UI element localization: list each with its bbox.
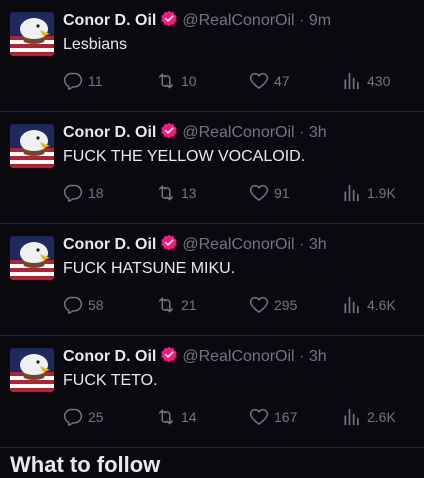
- repost-count: 21: [181, 297, 197, 313]
- like-count: 47: [274, 73, 290, 89]
- reply-button[interactable]: 11: [63, 71, 103, 91]
- reply-count: 25: [88, 409, 104, 425]
- action-bar: 11 10 47 430: [63, 71, 403, 91]
- separator: ·: [299, 236, 305, 253]
- action-bar: 25 14 167 2.6K: [63, 407, 403, 427]
- section-title: What to follow: [10, 452, 161, 477]
- repost-button[interactable]: 14: [156, 407, 197, 427]
- like-count: 167: [274, 409, 298, 425]
- separator: ·: [299, 348, 305, 365]
- views-icon: [344, 72, 359, 90]
- post[interactable]: Conor D. Oil @RealConorOil · 3h FUCK HATS…: [0, 224, 424, 336]
- reply-count: 58: [88, 297, 104, 313]
- separator: ·: [299, 12, 305, 29]
- repost-button[interactable]: 10: [156, 71, 197, 91]
- handle[interactable]: @RealConorOil: [182, 12, 294, 29]
- repost-icon: [159, 185, 173, 201]
- views-icon: [344, 408, 359, 426]
- verified-badge-icon: [160, 346, 178, 364]
- repost-icon: [159, 409, 173, 425]
- timestamp[interactable]: 3h: [309, 348, 327, 365]
- view-count: 430: [367, 73, 391, 89]
- action-bar: 58 21 295 4.6K: [63, 295, 403, 315]
- views-button[interactable]: 430: [342, 71, 390, 91]
- post[interactable]: Conor D. Oil @RealConorOil · 9m Lesbians …: [0, 0, 424, 112]
- display-name[interactable]: Conor D. Oil: [63, 124, 156, 141]
- reply-icon: [63, 184, 83, 203]
- views-button[interactable]: 4.6K: [342, 295, 396, 315]
- post-text: FUCK HATSUNE MIKU.: [63, 260, 236, 277]
- action-bar: 18 13 91 1.9K: [63, 183, 403, 203]
- verified-badge-icon: [160, 122, 178, 140]
- heart-icon: [249, 408, 269, 425]
- like-count: 91: [274, 185, 290, 201]
- view-count: 1.9K: [367, 185, 396, 201]
- post-text: FUCK THE YELLOW VOCALOID.: [63, 148, 306, 165]
- reply-icon: [63, 408, 83, 427]
- post-text: Lesbians: [63, 36, 128, 53]
- reply-button[interactable]: 25: [63, 407, 104, 427]
- reply-icon: [63, 72, 83, 91]
- timestamp[interactable]: 9m: [309, 12, 331, 29]
- timestamp[interactable]: 3h: [309, 236, 327, 253]
- display-name[interactable]: Conor D. Oil: [63, 12, 156, 29]
- like-button[interactable]: 167: [249, 407, 297, 427]
- heart-icon: [249, 296, 269, 313]
- repost-count: 14: [181, 409, 197, 425]
- reply-button[interactable]: 18: [63, 183, 104, 203]
- like-button[interactable]: 91: [249, 183, 290, 203]
- reply-count: 18: [88, 185, 104, 201]
- heart-icon: [249, 72, 269, 89]
- handle[interactable]: @RealConorOil: [182, 236, 294, 253]
- repost-button[interactable]: 13: [156, 183, 197, 203]
- avatar[interactable]: [10, 236, 54, 280]
- reply-button[interactable]: 58: [63, 295, 104, 315]
- views-button[interactable]: 2.6K: [342, 407, 396, 427]
- view-count: 2.6K: [367, 409, 396, 425]
- handle[interactable]: @RealConorOil: [182, 348, 294, 365]
- post-text: FUCK TETO.: [63, 372, 158, 389]
- repost-icon: [159, 73, 173, 89]
- heart-icon: [249, 184, 269, 201]
- avatar[interactable]: [10, 12, 54, 56]
- display-name[interactable]: Conor D. Oil: [63, 236, 156, 253]
- like-button[interactable]: 47: [249, 71, 290, 91]
- post[interactable]: Conor D. Oil @RealConorOil · 3h FUCK THE …: [0, 112, 424, 224]
- like-count: 295: [274, 297, 298, 313]
- separator: ·: [299, 124, 305, 141]
- display-name[interactable]: Conor D. Oil: [63, 348, 156, 365]
- avatar[interactable]: [10, 124, 54, 168]
- timestamp[interactable]: 3h: [309, 124, 327, 141]
- repost-count: 10: [181, 73, 197, 89]
- verified-badge-icon: [160, 234, 178, 252]
- like-button[interactable]: 295: [249, 295, 297, 315]
- view-count: 4.6K: [367, 297, 396, 313]
- reply-icon: [63, 296, 83, 315]
- post[interactable]: Conor D. Oil @RealConorOil · 3h FUCK TETO…: [0, 336, 424, 448]
- views-button[interactable]: 1.9K: [342, 183, 396, 203]
- repost-count: 13: [181, 185, 197, 201]
- handle[interactable]: @RealConorOil: [182, 124, 294, 141]
- repost-button[interactable]: 21: [156, 295, 197, 315]
- avatar[interactable]: [10, 348, 54, 392]
- views-icon: [344, 184, 359, 202]
- verified-badge-icon: [160, 10, 178, 28]
- views-icon: [344, 296, 359, 314]
- reply-count: 11: [88, 73, 103, 89]
- repost-icon: [159, 297, 173, 313]
